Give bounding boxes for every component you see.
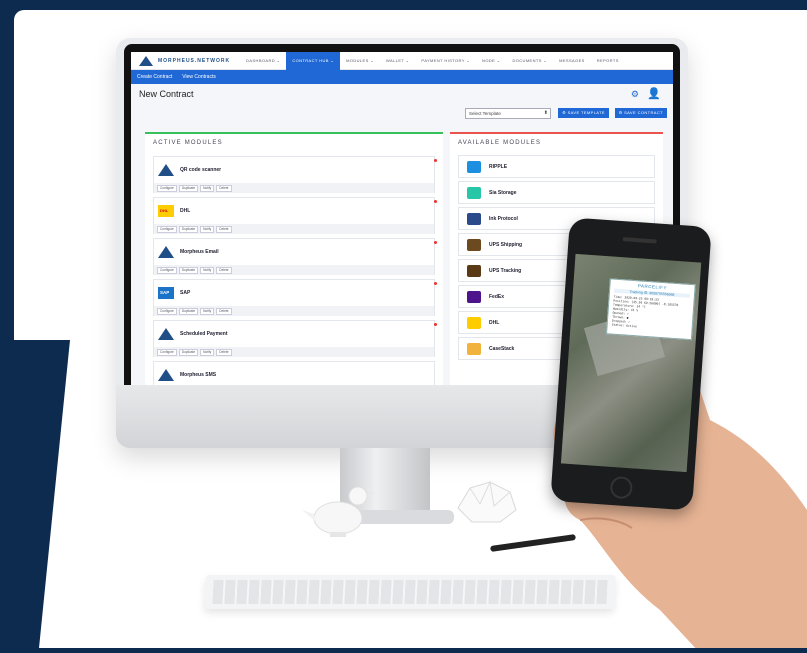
bottom-stripe	[0, 648, 807, 653]
brand-name[interactable]: MORPHEUS.NETWORK	[158, 58, 230, 64]
morpheus-icon	[158, 164, 174, 176]
configure-button[interactable]: Configure	[157, 307, 177, 315]
configure-button[interactable]: Configure	[157, 184, 177, 192]
status-dot	[434, 159, 437, 162]
module-name: UPS Shipping	[489, 241, 523, 248]
status-dot	[434, 241, 437, 244]
delete-button[interactable]: Delete	[216, 225, 232, 233]
module-name: CaseStack	[489, 345, 515, 352]
delete-button[interactable]: Delete	[216, 184, 232, 192]
sub-nav: Create Contract View Contracts	[131, 70, 673, 84]
available-module[interactable]: RIPPLE	[458, 155, 655, 178]
ink-icon	[467, 212, 481, 225]
smartphone: PARCELIFY Tracking ID: 4008755566968 Tim…	[550, 217, 712, 511]
active-modules-panel: ACTIVE MODULES QR code scanner Configure…	[145, 132, 443, 385]
notify-button[interactable]: Notify	[200, 184, 215, 192]
module-card[interactable]: SAP Configure Duplicate Notify Delete	[153, 279, 437, 316]
nav-documents[interactable]: DOCUMENTS ⌄	[506, 52, 553, 70]
crumpled-paper	[457, 480, 517, 523]
module-name: DHL	[489, 319, 500, 326]
morpheus-icon	[158, 369, 174, 381]
chevron-down-icon: ⬍	[543, 110, 548, 116]
title-bar: New Contract ⚙ 👤	[131, 84, 673, 104]
view-contracts-link[interactable]: View Contracts	[182, 74, 216, 80]
morpheus-icon	[158, 328, 174, 340]
module-card[interactable]: Morpheus SMS	[153, 361, 435, 385]
module-name: UPS Tracking	[489, 267, 522, 274]
ups-icon	[467, 238, 481, 251]
duplicate-button[interactable]: Duplicate	[178, 225, 199, 233]
available-modules-heading: AVAILABLE MODULES	[458, 140, 542, 146]
ripple-icon	[467, 160, 481, 173]
status-dot	[434, 200, 437, 203]
module-card[interactable]: Scheduled Payment Configure Duplicate No…	[153, 320, 437, 357]
casestack-icon	[467, 342, 481, 355]
module-name: DHL	[180, 208, 191, 214]
module-card[interactable]: Morpheus Email Configure Duplicate Notif…	[153, 238, 437, 275]
bird-figurine	[302, 486, 376, 537]
notify-button[interactable]: Notify	[200, 307, 215, 315]
notify-button[interactable]: Notify	[200, 225, 215, 233]
duplicate-button[interactable]: Duplicate	[178, 348, 199, 356]
dhl-icon	[158, 205, 174, 217]
module-card[interactable]: DHL Configure Duplicate Notify Delete	[153, 197, 437, 234]
nav-reports[interactable]: REPORTS	[591, 52, 625, 70]
nav-modules[interactable]: MODULES ⌄	[340, 52, 380, 70]
module-name: Morpheus SMS	[180, 372, 217, 378]
fedex-icon	[467, 290, 481, 303]
nav-contract-hub[interactable]: CONTRACT HUB ⌄	[286, 52, 341, 70]
configure-button[interactable]: Configure	[157, 266, 177, 274]
user-icon[interactable]: 👤	[647, 87, 661, 100]
top-nav: MORPHEUS.NETWORK DASHBOARD ⌄ CONTRACT HU…	[131, 52, 673, 70]
notify-button[interactable]: Notify	[200, 348, 215, 356]
module-name: Morpheus Email	[180, 249, 219, 255]
duplicate-button[interactable]: Duplicate	[178, 307, 199, 315]
create-contract-link[interactable]: Create Contract	[137, 74, 172, 80]
module-name: QR code scanner	[180, 167, 222, 173]
module-name: RIPPLE	[489, 163, 508, 170]
active-modules-heading: ACTIVE MODULES	[153, 140, 223, 146]
available-module[interactable]: Sia Storage	[458, 181, 655, 204]
delete-button[interactable]: Delete	[216, 307, 232, 315]
toolbar: Select Template ⬍ ⚙ SAVE TEMPLATE ⚙ SAVE…	[131, 104, 673, 122]
configure-button[interactable]: Configure	[157, 348, 177, 356]
duplicate-button[interactable]: Duplicate	[178, 184, 199, 192]
nav-dashboard[interactable]: DASHBOARD ⌄	[240, 52, 286, 70]
nav-node[interactable]: NODE ⌄	[476, 52, 506, 70]
delete-button[interactable]: Delete	[216, 348, 232, 356]
tracking-popup[interactable]: PARCELIFY Tracking ID: 4008755566968 Tim…	[606, 278, 696, 341]
gear-icon[interactable]: ⚙	[631, 89, 639, 100]
nav-payment-history[interactable]: PAYMENT HISTORY ⌄	[415, 52, 476, 70]
template-select[interactable]: Select Template ⬍	[465, 108, 551, 119]
nav-wallet[interactable]: WALLET ⌄	[380, 52, 415, 70]
save-template-label: SAVE TEMPLATE	[567, 110, 605, 115]
module-name: Scheduled Payment	[180, 331, 228, 337]
module-name: SAP	[180, 290, 191, 296]
save-contract-label: SAVE CONTRACT	[624, 110, 663, 115]
notify-button[interactable]: Notify	[200, 266, 215, 274]
module-card[interactable]: QR code scanner Configure Duplicate Noti…	[153, 156, 437, 193]
template-select-value: Select Template	[469, 111, 501, 116]
status-dot	[434, 282, 437, 285]
phone-screen: PARCELIFY Tracking ID: 4008755566968 Tim…	[560, 253, 702, 473]
nav-messages[interactable]: MESSAGES	[553, 52, 591, 70]
sia-icon	[467, 186, 481, 199]
page-title: New Contract	[139, 89, 194, 99]
ups-icon	[467, 264, 481, 277]
status-dot	[434, 323, 437, 326]
home-button[interactable]	[609, 475, 634, 500]
duplicate-button[interactable]: Duplicate	[178, 266, 199, 274]
module-name: Ink Protocol	[489, 215, 518, 222]
morpheus-logo-icon[interactable]	[139, 55, 153, 66]
save-template-button[interactable]: ⚙ SAVE TEMPLATE	[558, 108, 609, 118]
module-name: Sia Storage	[489, 189, 517, 196]
phone-speaker	[622, 237, 657, 244]
morpheus-icon	[158, 246, 174, 258]
delete-button[interactable]: Delete	[216, 266, 232, 274]
configure-button[interactable]: Configure	[157, 225, 177, 233]
save-contract-button[interactable]: ⚙ SAVE CONTRACT	[614, 108, 667, 118]
module-name: FedEx	[489, 293, 505, 300]
dhl-icon	[467, 316, 481, 329]
sap-icon	[158, 287, 174, 299]
